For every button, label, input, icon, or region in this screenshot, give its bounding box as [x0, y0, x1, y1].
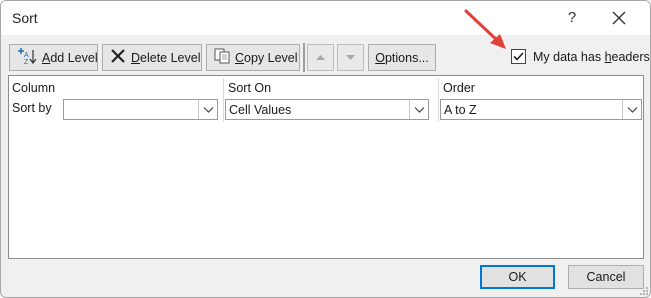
annotation-arrow-icon	[464, 9, 506, 49]
sort-by-label: Sort by	[12, 101, 52, 115]
close-icon	[612, 11, 626, 25]
copy-level-button[interactable]: Copy Level	[206, 44, 300, 71]
options-label: ptions...	[384, 50, 429, 65]
svg-text:Z: Z	[24, 59, 29, 65]
column-select[interactable]	[63, 99, 218, 120]
sort-dialog: Sort ? A Z Add Level Delete Level Copy L…	[0, 0, 651, 298]
chevron-down-icon	[627, 107, 638, 113]
order-select[interactable]: A to Z	[440, 99, 642, 120]
delete-x-icon	[109, 47, 127, 68]
triangle-up-icon	[316, 55, 325, 60]
order-select-value: A to Z	[444, 103, 477, 117]
column-header-column: Column	[12, 81, 56, 95]
column-divider	[223, 78, 224, 122]
options-button[interactable]: Options...	[368, 44, 436, 71]
delete-level-accel: D	[131, 50, 141, 65]
help-button[interactable]: ?	[561, 7, 583, 29]
delete-level-button[interactable]: Delete Level	[102, 44, 202, 71]
cancel-button[interactable]: Cancel	[568, 265, 644, 289]
dialog-title: Sort	[12, 10, 38, 26]
add-level-icon: A Z	[16, 47, 38, 68]
headers-label-before: My data has	[533, 50, 605, 64]
headers-label-after: eaders	[611, 50, 650, 64]
close-button[interactable]	[607, 6, 631, 30]
headers-checkbox-label[interactable]: My data has headers	[533, 50, 650, 64]
sort-on-select-value: Cell Values	[229, 103, 292, 117]
ok-button[interactable]: OK	[480, 265, 555, 289]
resize-grip-icon[interactable]	[639, 286, 649, 296]
add-level-button[interactable]: A Z Add Level	[9, 44, 98, 71]
chevron-down-icon	[203, 107, 214, 113]
svg-text:A: A	[24, 52, 29, 59]
column-header-order: Order	[443, 81, 475, 95]
sort-on-select-dropdown[interactable]	[409, 100, 428, 119]
copy-level-label: opy Level	[244, 50, 298, 65]
column-select-dropdown[interactable]	[198, 100, 217, 119]
toolbar-separator	[303, 43, 305, 72]
order-select-dropdown[interactable]	[622, 100, 641, 119]
copy-level-accel: C	[235, 50, 245, 65]
move-down-button[interactable]	[337, 44, 364, 71]
chevron-down-icon	[414, 107, 425, 113]
title-bar: Sort ?	[1, 1, 650, 35]
sort-on-select[interactable]: Cell Values	[225, 99, 429, 120]
options-accel: O	[375, 50, 385, 65]
headers-label-accel: h	[604, 50, 612, 64]
delete-level-label: elete Level	[140, 50, 201, 65]
column-divider	[438, 78, 439, 122]
triangle-down-icon	[346, 55, 355, 60]
copy-icon	[213, 47, 231, 68]
move-up-button[interactable]	[307, 44, 334, 71]
sort-levels-grid: Column Sort On Order Sort by Cell Values…	[8, 75, 644, 259]
column-header-sort-on: Sort On	[228, 81, 272, 95]
add-level-label: dd Level	[50, 50, 98, 65]
